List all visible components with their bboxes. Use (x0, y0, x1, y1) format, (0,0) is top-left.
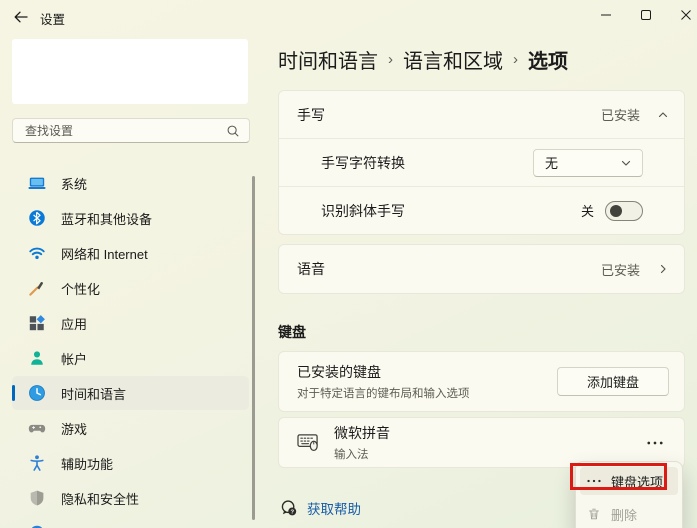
close-icon (680, 9, 692, 21)
handwriting-conversion-row: 手写字符转换 无 (279, 138, 684, 186)
speech-title: 语音 (297, 259, 325, 279)
search-box[interactable] (12, 118, 250, 143)
italic-handwriting-row: 识别斜体手写 关 (279, 186, 684, 234)
accessibility-icon (28, 454, 46, 472)
get-help-icon: ? (280, 499, 298, 517)
delete-menu-item: 删除 (580, 500, 678, 528)
chevron-right-icon (657, 263, 669, 275)
handwriting-card: 手写 已安装 手写字符转换 无 识别斜体手写 关 (278, 90, 685, 235)
breadcrumb-separator: › (388, 51, 393, 68)
app-title: 设置 (40, 9, 65, 28)
ime-title: 微软拼音 (334, 423, 390, 443)
keyboard-options-label: 键盘选项 (611, 472, 663, 491)
handwriting-title: 手写 (297, 105, 325, 125)
sidebar-item-label: 个性化 (61, 279, 100, 298)
sidebar-item-label: 应用 (61, 314, 87, 333)
back-button[interactable] (6, 5, 36, 29)
window-controls (586, 0, 697, 30)
sidebar-item-windows-update[interactable] (12, 516, 249, 528)
speech-status: 已安装 (601, 260, 640, 279)
back-icon (13, 9, 29, 25)
minimize-icon (600, 9, 612, 21)
sidebar-item-accounts[interactable]: 帐户 (12, 341, 249, 375)
minimize-button[interactable] (586, 0, 626, 30)
close-button[interactable] (666, 0, 697, 30)
sidebar-item-label: 辅助功能 (61, 454, 113, 473)
accounts-icon (28, 349, 46, 367)
breadcrumb-language-region[interactable]: 语言和区域 (403, 45, 503, 74)
installed-keyboards-subtitle: 对于特定语言的键布局和输入选项 (297, 385, 470, 401)
ime-subtitle: 输入法 (334, 446, 390, 462)
breadcrumb-time-language[interactable]: 时间和语言 (278, 45, 378, 74)
sidebar-item-time-language[interactable]: 时间和语言 (12, 376, 249, 410)
speech-card[interactable]: 语音 已安装 (278, 244, 685, 294)
handwriting-conversion-dropdown[interactable]: 无 (533, 149, 643, 177)
sidebar-item-label: 蓝牙和其他设备 (61, 209, 152, 228)
network-icon (28, 244, 46, 262)
more-icon (647, 441, 663, 445)
bluetooth-icon (28, 209, 46, 227)
sidebar-item-accessibility[interactable]: 辅助功能 (12, 446, 249, 480)
sidebar-item-system[interactable]: 系统 (12, 166, 249, 200)
search-icon (226, 124, 240, 138)
sidebar-item-label: 系统 (61, 174, 87, 193)
sidebar-item-personalization[interactable]: 个性化 (12, 271, 249, 305)
keyboard-context-menu: 键盘选项 删除 (575, 461, 683, 528)
time-language-icon (28, 384, 46, 402)
system-icon (28, 174, 46, 192)
personalization-icon (28, 279, 46, 297)
chevron-down-icon (620, 157, 632, 169)
handwriting-expander-header[interactable]: 手写 已安装 (279, 91, 684, 138)
profile-placeholder (12, 39, 248, 104)
sidebar-item-label: 时间和语言 (61, 384, 126, 403)
ime-keyboard-icon (297, 432, 320, 453)
breadcrumb-separator: › (513, 51, 518, 68)
sidebar-nav: 系统 蓝牙和其他设备 网络和 Internet 个性化 应用 帐户 时间和语言 (12, 166, 249, 528)
installed-keyboards-card: 已安装的键盘 对于特定语言的键布局和输入选项 添加键盘 (278, 351, 685, 412)
sidebar-item-label: 帐户 (61, 349, 87, 368)
sidebar-item-label: 隐私和安全性 (61, 489, 139, 508)
italic-handwriting-toggle[interactable] (605, 201, 643, 221)
delete-label: 删除 (611, 505, 637, 524)
windows-update-icon (28, 524, 46, 528)
more-options-button[interactable] (641, 431, 669, 455)
toggle-state-label: 关 (581, 201, 594, 220)
sidebar-item-network[interactable]: 网络和 Internet (12, 236, 249, 270)
maximize-icon (640, 9, 652, 21)
more-icon (587, 479, 601, 483)
breadcrumb: 时间和语言 › 语言和区域 › 选项 (278, 45, 568, 74)
sidebar-item-label: 网络和 Internet (61, 244, 148, 263)
chevron-up-icon (657, 109, 669, 121)
add-keyboard-button[interactable]: 添加键盘 (557, 367, 669, 396)
handwriting-status: 已安装 (601, 105, 640, 124)
keyboard-section-header: 键盘 (278, 322, 306, 342)
svg-text:?: ? (290, 509, 294, 515)
settings-window: 设置 系统 蓝牙和其他设备 网络和 Internet 个性化 应用 (0, 0, 697, 528)
sidebar-item-apps[interactable]: 应用 (12, 306, 249, 340)
toggle-knob (610, 205, 622, 217)
installed-keyboards-title: 已安装的键盘 (297, 362, 470, 382)
sidebar-scrollbar[interactable] (252, 176, 255, 520)
sidebar-item-gaming[interactable]: 游戏 (12, 411, 249, 445)
maximize-button[interactable] (626, 0, 666, 30)
dropdown-value: 无 (545, 153, 558, 172)
apps-icon (28, 314, 46, 332)
gaming-icon (28, 419, 46, 437)
get-help-link[interactable]: ? 获取帮助 (280, 498, 361, 518)
privacy-icon (28, 489, 46, 507)
sidebar-item-privacy[interactable]: 隐私和安全性 (12, 481, 249, 515)
keyboard-options-menu-item[interactable]: 键盘选项 (580, 467, 678, 495)
page-title: 选项 (528, 45, 568, 74)
trash-icon (587, 507, 601, 521)
sidebar-item-bluetooth[interactable]: 蓝牙和其他设备 (12, 201, 249, 235)
sidebar-item-label: 游戏 (61, 419, 87, 438)
italic-handwriting-label: 识别斜体手写 (321, 201, 405, 221)
get-help-label: 获取帮助 (307, 498, 361, 518)
handwriting-conversion-label: 手写字符转换 (321, 153, 405, 173)
search-input[interactable] (13, 124, 226, 138)
